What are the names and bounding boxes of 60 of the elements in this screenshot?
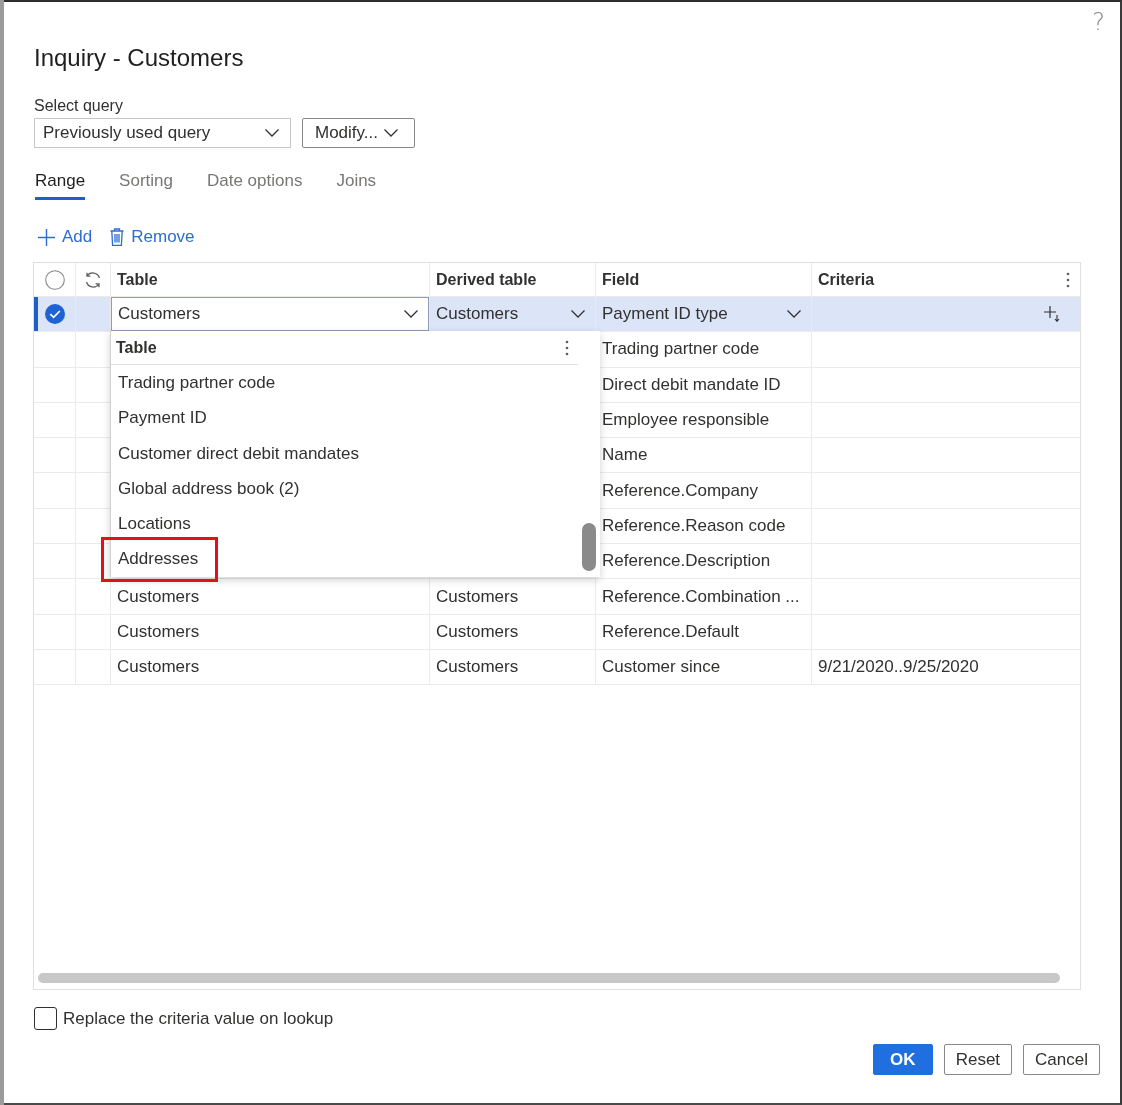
chevron-icon [404, 310, 418, 319]
plus-icon [38, 228, 55, 246]
tab[interactable]: Date options [207, 168, 303, 200]
grid-cell: 9/21/2020..9/25/2020 [818, 657, 979, 678]
modify-button[interactable]: Modify... [302, 118, 415, 148]
grid-cell: Customers [436, 657, 519, 678]
checkbox-label: Replace the criteria value on lookup [63, 1008, 334, 1029]
lookup-item[interactable]: Addresses [111, 541, 578, 578]
column-header[interactable]: Field [602, 270, 640, 289]
grid-cell: Customers [117, 657, 200, 678]
ok-button[interactable]: OK [872, 1044, 933, 1075]
refresh-icon[interactable] [84, 270, 102, 289]
more-icon[interactable] [1066, 271, 1070, 288]
chevron-icon [571, 310, 585, 319]
grid-cell: Reference.Reason code [602, 515, 786, 536]
grid-cell: Reference.Default [602, 621, 740, 642]
tab[interactable]: Joins [336, 168, 377, 200]
field-label: Select query [34, 96, 124, 116]
grid-cell: Direct debit mandate ID [602, 374, 781, 395]
column-header[interactable]: Derived table [436, 270, 537, 289]
more-icon[interactable] [565, 339, 569, 356]
grid-cell: Reference.Description [602, 551, 771, 572]
dialog-title: Inquiry - Customers [34, 44, 245, 72]
checkbox[interactable] [34, 1007, 57, 1030]
lookup-item[interactable]: Trading partner code [111, 365, 578, 401]
grid-cell: Reference.Company [602, 480, 758, 501]
add-button[interactable]: Add [34, 227, 93, 247]
lookup-item[interactable]: Customer direct debit mandates [111, 435, 578, 472]
chevron-icon [787, 310, 801, 319]
tab[interactable]: Range [35, 168, 86, 200]
column-header[interactable]: Table [117, 270, 158, 289]
grid-cell: Customers [117, 586, 200, 607]
select-all-radio[interactable] [44, 269, 65, 290]
lookup-item[interactable]: Locations [111, 506, 578, 542]
chevron-icon [384, 129, 398, 137]
table-dropdown[interactable]: Customers [111, 297, 429, 332]
dialog-button[interactable]: Cancel [1023, 1044, 1100, 1075]
scrollbar-thumb[interactable] [582, 523, 596, 572]
lookup-item[interactable]: Global address book (2) [111, 471, 578, 507]
grid-cell: Employee responsible [602, 410, 770, 431]
grid-cell: Trading partner code [602, 339, 760, 360]
grid-cell: Customer since [602, 657, 721, 678]
remove-button[interactable]: Remove [106, 227, 195, 247]
dialog-button[interactable]: Reset [943, 1044, 1013, 1075]
grid-cell: Customers [436, 621, 519, 642]
tab[interactable]: Sorting [119, 168, 173, 200]
check-circle-icon [44, 304, 65, 325]
chevron-icon [265, 129, 279, 137]
grid-cell: Reference.Combination ... [602, 586, 800, 607]
trash-icon [110, 228, 125, 246]
query-dropdown[interactable]: Previously used query [34, 118, 291, 148]
column-header[interactable]: Table [116, 338, 157, 357]
plus-arrow-icon[interactable] [1044, 306, 1060, 323]
lookup-item[interactable]: Payment ID [111, 400, 578, 436]
scrollbar-thumb[interactable] [38, 973, 1060, 983]
column-header[interactable]: Criteria [818, 270, 875, 289]
grid-cell: Customers [117, 621, 200, 642]
grid-cell: Name [602, 445, 648, 466]
grid-cell: Customers [436, 586, 519, 607]
help-button[interactable]: ? [1092, 8, 1105, 36]
